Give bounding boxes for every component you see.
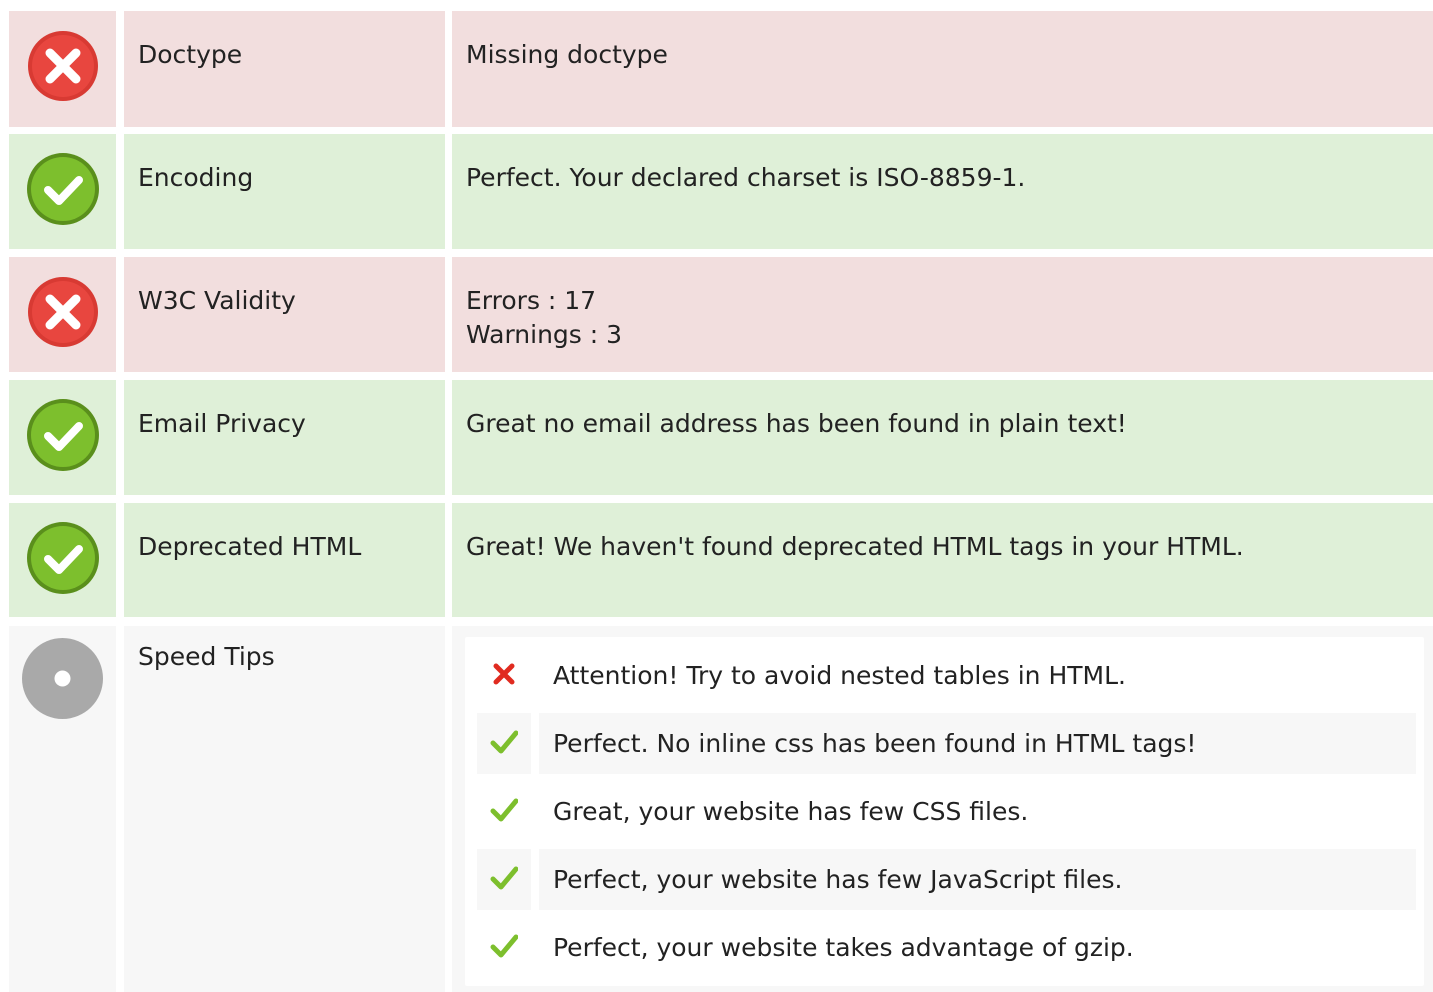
check-label-text: W3C Validity xyxy=(138,286,296,315)
check-icon xyxy=(26,521,100,595)
status-cell xyxy=(9,626,116,992)
check-label-text: Deprecated HTML xyxy=(138,532,362,561)
error-icon xyxy=(26,275,100,349)
speed-tip-item: Attention! Try to avoid nested tables in… xyxy=(477,645,1416,706)
status-cell xyxy=(9,134,116,249)
status-cell xyxy=(9,257,116,372)
check-value: Great no email address has been found in… xyxy=(452,380,1433,495)
check-value-text: Great no email address has been found in… xyxy=(466,409,1127,438)
status-cell xyxy=(9,380,116,495)
check-label-text: Doctype xyxy=(138,40,243,69)
checkmark-icon xyxy=(477,781,531,842)
speed-tip-text: Great, your website has few CSS files. xyxy=(553,797,1029,826)
check-label-text: Speed Tips xyxy=(138,642,275,671)
checkmark-icon xyxy=(477,917,531,978)
check-value-text: Missing doctype xyxy=(466,40,668,69)
check-value: Perfect. Your declared charset is ISO-88… xyxy=(452,134,1433,249)
speed-tip-text: Attention! Try to avoid nested tables in… xyxy=(553,661,1126,690)
status-cell xyxy=(9,11,116,127)
check-icon xyxy=(26,152,100,226)
check-label-text: Encoding xyxy=(138,163,254,192)
check-row-email-privacy: Email Privacy Great no email address has… xyxy=(9,380,1433,495)
check-row-speed-tips: Speed Tips Attention! Try to avoid neste… xyxy=(9,626,1433,992)
check-value: Great! We haven't found deprecated HTML … xyxy=(452,503,1433,617)
speed-tip-item: Great, your website has few CSS files. xyxy=(477,781,1416,842)
check-label: Doctype xyxy=(124,11,445,127)
info-icon xyxy=(22,638,103,719)
check-label: Email Privacy xyxy=(124,380,445,495)
check-value-text: Perfect. Your declared charset is ISO-88… xyxy=(466,163,1026,192)
check-row-deprecated-html: Deprecated HTML Great! We haven't found … xyxy=(9,503,1433,617)
seo-report-panel: Doctype Missing doctype Encoding Perfect… xyxy=(0,0,1433,992)
speed-tip-text: Perfect, your website takes advantage of… xyxy=(553,933,1134,962)
speed-tip-text: Perfect. No inline css has been found in… xyxy=(539,713,1416,774)
speed-tip-item: Perfect. No inline css has been found in… xyxy=(477,713,1416,774)
check-row-doctype: Doctype Missing doctype xyxy=(9,11,1433,127)
speed-tip-item: Perfect, your website has few JavaScript… xyxy=(477,849,1416,910)
speed-tips-list: Attention! Try to avoid nested tables in… xyxy=(465,637,1424,986)
check-label: Speed Tips xyxy=(124,626,445,992)
check-icon xyxy=(26,398,100,472)
checkmark-icon xyxy=(477,713,531,774)
check-label: W3C Validity xyxy=(124,257,445,372)
warnings-count: Warnings : 3 xyxy=(466,320,623,349)
check-value: Errors : 17 Warnings : 3 xyxy=(452,257,1433,372)
speed-tip-text: Perfect, your website has few JavaScript… xyxy=(539,849,1416,910)
check-row-w3c-validity: W3C Validity Errors : 17 Warnings : 3 xyxy=(9,257,1433,372)
status-cell xyxy=(9,503,116,617)
speed-tip-item: Perfect, your website takes advantage of… xyxy=(477,917,1416,978)
check-value: Missing doctype xyxy=(452,11,1433,127)
checkmark-icon xyxy=(477,849,531,910)
error-icon xyxy=(26,29,100,103)
check-label: Deprecated HTML xyxy=(124,503,445,617)
cross-icon xyxy=(477,645,531,706)
errors-count: Errors : 17 xyxy=(466,286,597,315)
check-label: Encoding xyxy=(124,134,445,249)
check-label-text: Email Privacy xyxy=(138,409,306,438)
check-value-text: Great! We haven't found deprecated HTML … xyxy=(466,532,1244,561)
check-row-encoding: Encoding Perfect. Your declared charset … xyxy=(9,134,1433,249)
